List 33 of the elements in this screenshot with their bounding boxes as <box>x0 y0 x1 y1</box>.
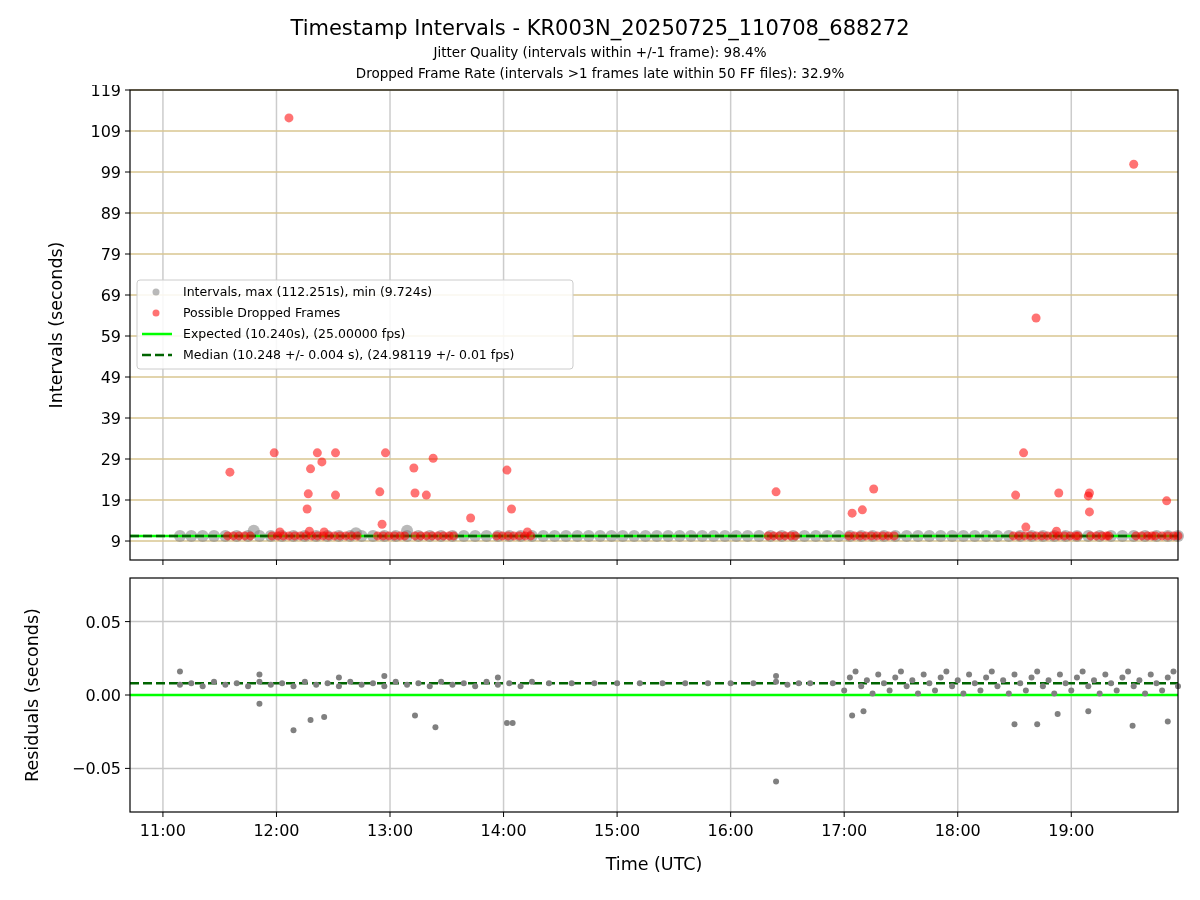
tick-label: 79 <box>100 245 121 264</box>
tick-label: 13:00 <box>366 821 414 840</box>
axis-label: Intervals (seconds) <box>46 241 66 409</box>
tick-label: 99 <box>100 163 121 182</box>
axis-label: Residuals (seconds) <box>22 608 42 782</box>
figure-subtitle: Dropped Frame Rate (intervals >1 frames late within 50 FF files): 32.9% <box>355 64 845 83</box>
axis-label: Time (UTC) <box>605 854 703 874</box>
legend-label: Possible Dropped Frames <box>183 305 341 320</box>
tick-label: 0.00 <box>85 686 121 705</box>
tick-label: 39 <box>100 409 121 428</box>
legend-label: Intervals, max (112.251s), min (9.724s) <box>183 284 433 299</box>
tick-label: 14:00 <box>480 821 527 840</box>
figure-subtitle: Jitter Quality (intervals within +/-1 frame): 98.4% <box>433 43 767 62</box>
tick-label: 59 <box>100 327 121 346</box>
tick-label: −0.05 <box>71 759 121 779</box>
tick-label: 9 <box>110 532 121 551</box>
tick-label: 69 <box>100 286 121 305</box>
tick-label: 11:00 <box>139 821 186 840</box>
tick-label: 16:00 <box>707 821 754 840</box>
tick-label: 109 <box>90 122 121 141</box>
tick-label: 89 <box>100 204 121 223</box>
legend-label: Median (10.248 +/- 0.004 s), (24.98119 +/- 0.01 fps) <box>183 347 515 362</box>
tick-label: 0.05 <box>85 612 121 632</box>
tick-label: 19 <box>100 491 121 510</box>
tick-label: 15:00 <box>594 821 641 840</box>
tick-label: 19:00 <box>1048 821 1095 840</box>
tick-label: 29 <box>100 450 121 469</box>
tick-label: 18:00 <box>934 821 981 840</box>
tick-label: 49 <box>100 368 121 387</box>
legend-label: Expected (10.240s), (25.00000 fps) <box>183 326 406 341</box>
tick-label: 17:00 <box>821 821 868 840</box>
figure-title: Timestamp Intervals - KR003N_20250725_110708_688272 <box>290 15 910 42</box>
tick-label: 12:00 <box>253 821 300 840</box>
